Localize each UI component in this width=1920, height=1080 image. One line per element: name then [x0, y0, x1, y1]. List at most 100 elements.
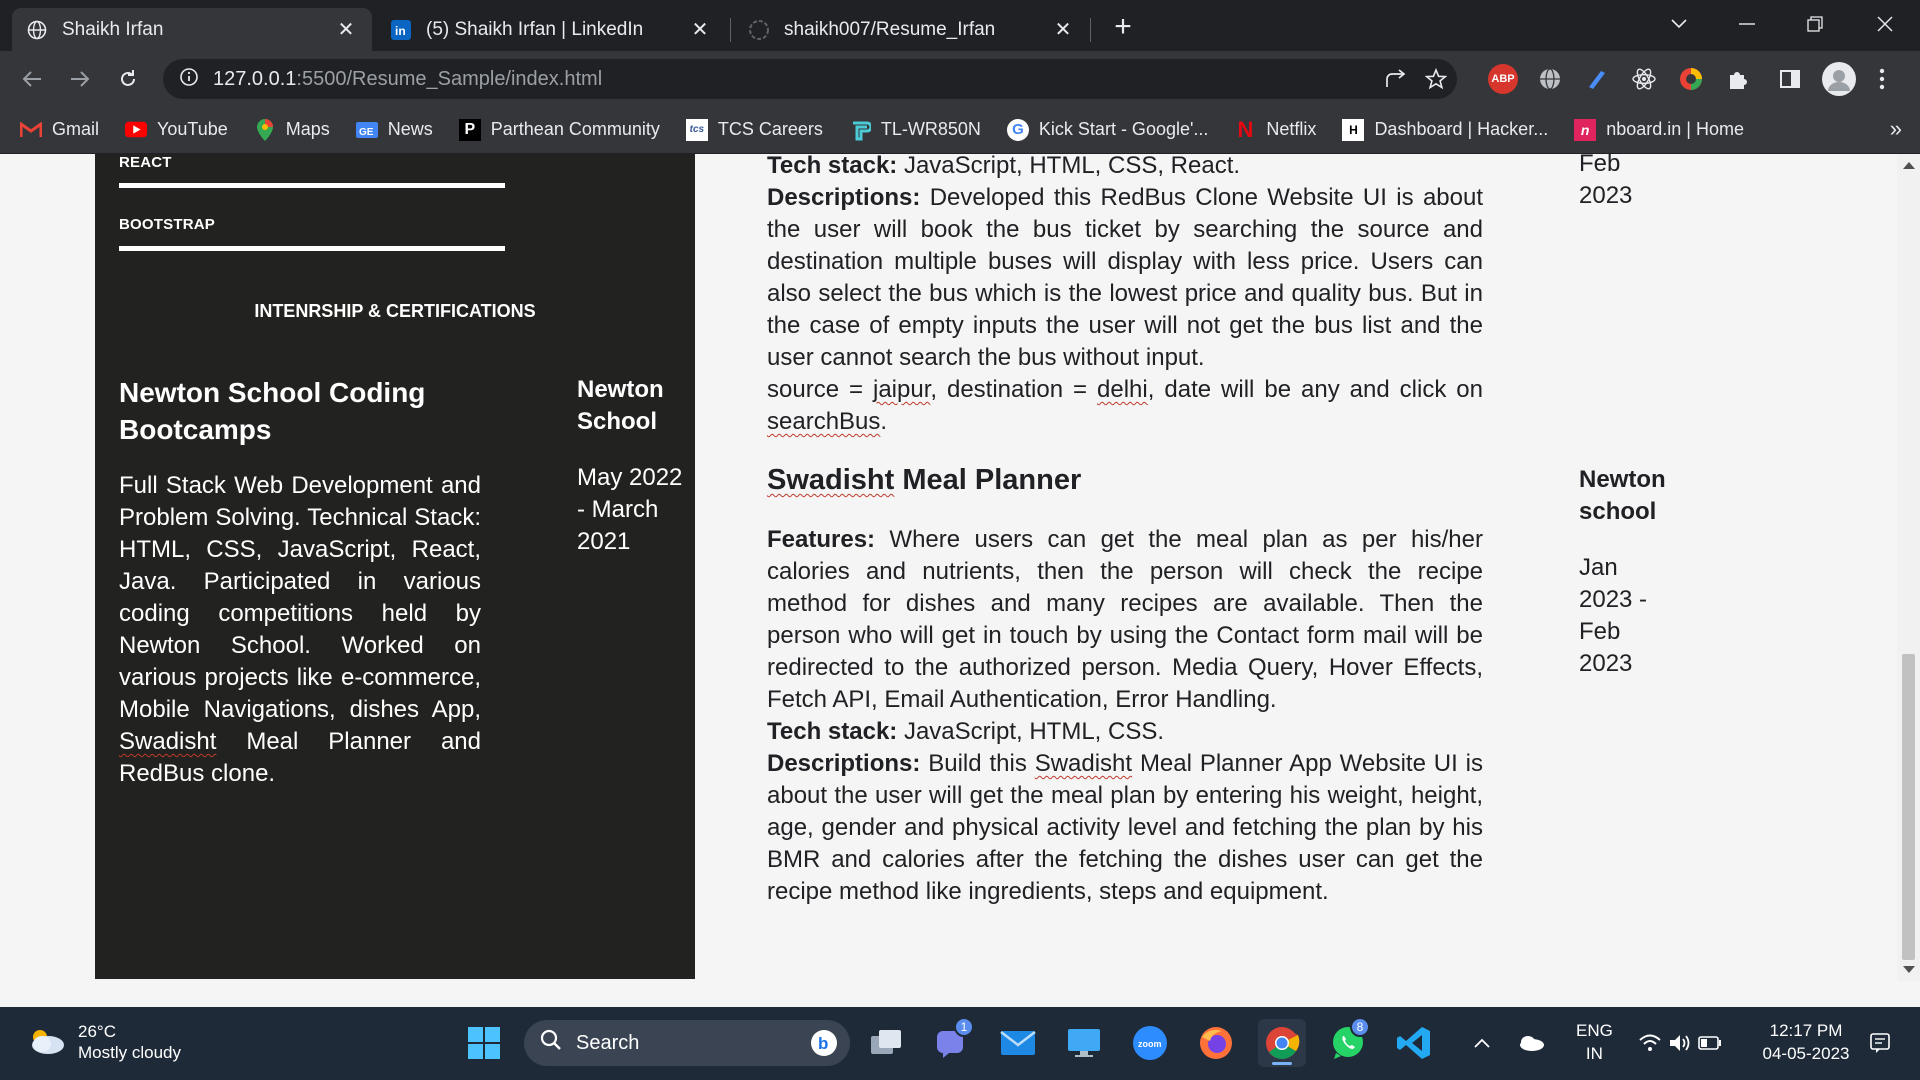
skill-bar-react — [119, 183, 505, 188]
bookmark-tplink[interactable]: TL-WR850N — [849, 119, 981, 141]
chrome-menu-icon[interactable] — [1870, 64, 1894, 94]
teams-chat-icon[interactable]: 1 — [928, 1017, 976, 1067]
reload-icon[interactable] — [110, 61, 146, 97]
language-indicator[interactable]: ENG IN — [1576, 1019, 1613, 1065]
restore-icon[interactable] — [1792, 6, 1838, 42]
tab-search-icon[interactable] — [1656, 6, 1702, 42]
notification-center-icon[interactable] — [1864, 1019, 1896, 1067]
bookmark-news[interactable]: GE News — [355, 119, 433, 141]
nboard-icon: n — [1574, 118, 1597, 141]
chevron-up-icon[interactable] — [1467, 1019, 1497, 1067]
share-icon[interactable] — [1383, 67, 1409, 91]
clock[interactable]: 12:17 PM 04-05-2023 — [1756, 1019, 1856, 1065]
firefox-icon[interactable] — [1192, 1019, 1240, 1067]
bookmark-star-icon[interactable] — [1423, 67, 1449, 91]
bookmark-hackerrank[interactable]: H Dashboard | Hacker... — [1342, 118, 1549, 141]
translate-globe-icon[interactable] — [1535, 64, 1565, 94]
bookmark-kickstart[interactable]: G Kick Start - Google'... — [1006, 118, 1208, 141]
taskbar-search[interactable]: Search b — [524, 1020, 850, 1066]
back-icon[interactable] — [14, 61, 50, 97]
react-devtools-icon[interactable] — [1629, 64, 1659, 94]
language-code: ENG — [1576, 1021, 1613, 1040]
volume-icon[interactable] — [1666, 1019, 1694, 1067]
resume-main: Tech stack: JavaScript, HTML, CSS, React… — [695, 154, 1745, 979]
descriptions-label: Descriptions: — [767, 750, 921, 777]
weather-temperature: 26°C — [78, 1022, 116, 1041]
windows-taskbar: 26°C Mostly cloudy Search b 1 zoom 8 ENG… — [0, 1007, 1920, 1080]
close-icon[interactable]: ✕ — [334, 17, 358, 42]
tab-github[interactable]: shaikh007/Resume_Irfan ✕ — [734, 8, 1089, 51]
task-view-icon[interactable] — [862, 1019, 910, 1067]
site-info-icon[interactable] — [179, 67, 199, 92]
address-bar[interactable]: 127.0.0.1:5500/Resume_Sample/index.html — [163, 59, 1457, 99]
scroll-down-arrow[interactable] — [1903, 966, 1915, 973]
google-icon: G — [1006, 118, 1029, 141]
more-bookmarks-button[interactable]: » — [1890, 116, 1902, 142]
close-window-icon[interactable] — [1862, 6, 1908, 42]
spellcheck-word: delhi — [1097, 376, 1148, 403]
profile-avatar[interactable] — [1822, 62, 1856, 96]
close-icon[interactable]: ✕ — [688, 17, 712, 42]
search-icon — [540, 1029, 562, 1057]
svg-text:zoom: zoom — [1138, 1039, 1162, 1049]
globe-icon — [26, 19, 48, 41]
minimize-icon[interactable] — [1724, 6, 1770, 42]
description-text: Developed this RedBus Clone Website UI i… — [767, 184, 1483, 371]
color-picker-icon[interactable] — [1676, 64, 1706, 94]
internship-section-heading: INTENRSHIP & CERTIFICATIONS — [254, 301, 536, 321]
redbus-project-details: Tech stack: JavaScript, HTML, CSS, React… — [767, 154, 1483, 435]
tab-separator — [1090, 18, 1091, 42]
bookmark-label: Netflix — [1266, 119, 1317, 139]
battery-icon[interactable] — [1696, 1019, 1724, 1067]
internship-date: May 2022 - March 2021 — [577, 464, 683, 555]
bookmark-maps[interactable]: Maps — [254, 118, 330, 141]
mail-icon[interactable] — [994, 1019, 1042, 1067]
vscode-icon[interactable] — [1390, 1019, 1438, 1067]
svg-text:b: b — [818, 1034, 828, 1053]
bookmark-label: nboard.in | Home — [1606, 119, 1744, 139]
spellcheck-word: Swadisht — [767, 464, 895, 496]
bookmark-youtube[interactable]: YouTube — [125, 119, 228, 141]
adblock-plus-icon[interactable]: ABP — [1488, 64, 1518, 94]
side-panel-icon[interactable] — [1775, 64, 1805, 94]
youtube-icon — [125, 119, 148, 141]
tcs-icon: tcs — [685, 118, 708, 141]
zoom-icon[interactable]: zoom — [1126, 1019, 1174, 1067]
url-path: :5500/Resume_Sample/index.html — [296, 67, 603, 90]
tab-title: Shaikh Irfan — [62, 18, 164, 40]
close-icon[interactable]: ✕ — [1051, 17, 1075, 42]
tab-shaikh-irfan[interactable]: Shaikh Irfan ✕ — [12, 8, 372, 51]
tab-linkedin[interactable]: in (5) Shaikh Irfan | LinkedIn ✕ — [376, 8, 726, 51]
wifi-icon[interactable] — [1636, 1019, 1664, 1067]
onedrive-cloud-icon[interactable] — [1514, 1019, 1548, 1067]
windows-start-icon[interactable] — [460, 1019, 508, 1067]
weather-widget[interactable]: 26°C Mostly cloudy — [26, 1021, 181, 1063]
internship-organization: Newton School — [577, 376, 664, 435]
chrome-icon[interactable] — [1258, 1019, 1306, 1067]
descriptions-label: Descriptions: — [767, 184, 921, 211]
scroll-up-arrow[interactable] — [1903, 162, 1915, 169]
bookmark-nboard[interactable]: n nboard.in | Home — [1574, 118, 1744, 141]
forward-icon[interactable] — [62, 61, 98, 97]
bookmark-tcs[interactable]: tcs TCS Careers — [685, 118, 823, 141]
tplink-icon — [849, 119, 871, 141]
cloud-icon — [26, 1025, 66, 1060]
bookmark-parthean[interactable]: P Parthean Community — [458, 118, 660, 141]
bookmark-label: YouTube — [157, 119, 228, 139]
bookmark-gmail[interactable]: Gmail — [20, 119, 99, 141]
bookmark-label: Dashboard | Hacker... — [1374, 119, 1549, 139]
tech-stack-value: JavaScript, HTML, CSS, React. — [897, 154, 1241, 179]
whatsapp-icon[interactable]: 8 — [1324, 1017, 1372, 1067]
desktop-app-icon[interactable] — [1060, 1019, 1108, 1067]
tech-stack-value: JavaScript, HTML, CSS. — [897, 718, 1165, 745]
active-app-indicator — [1272, 1062, 1292, 1065]
new-tab-button[interactable]: + — [1106, 10, 1140, 44]
maps-icon — [254, 118, 276, 141]
scroll-thumb[interactable] — [1902, 654, 1915, 960]
pen-extension-icon[interactable] — [1582, 64, 1612, 94]
svg-text:GE: GE — [359, 127, 374, 138]
extensions-puzzle-icon[interactable] — [1723, 64, 1753, 94]
page-scrollbar[interactable] — [1897, 154, 1920, 981]
bookmark-netflix[interactable]: N Netflix — [1234, 117, 1317, 142]
tab-separator — [730, 18, 731, 42]
